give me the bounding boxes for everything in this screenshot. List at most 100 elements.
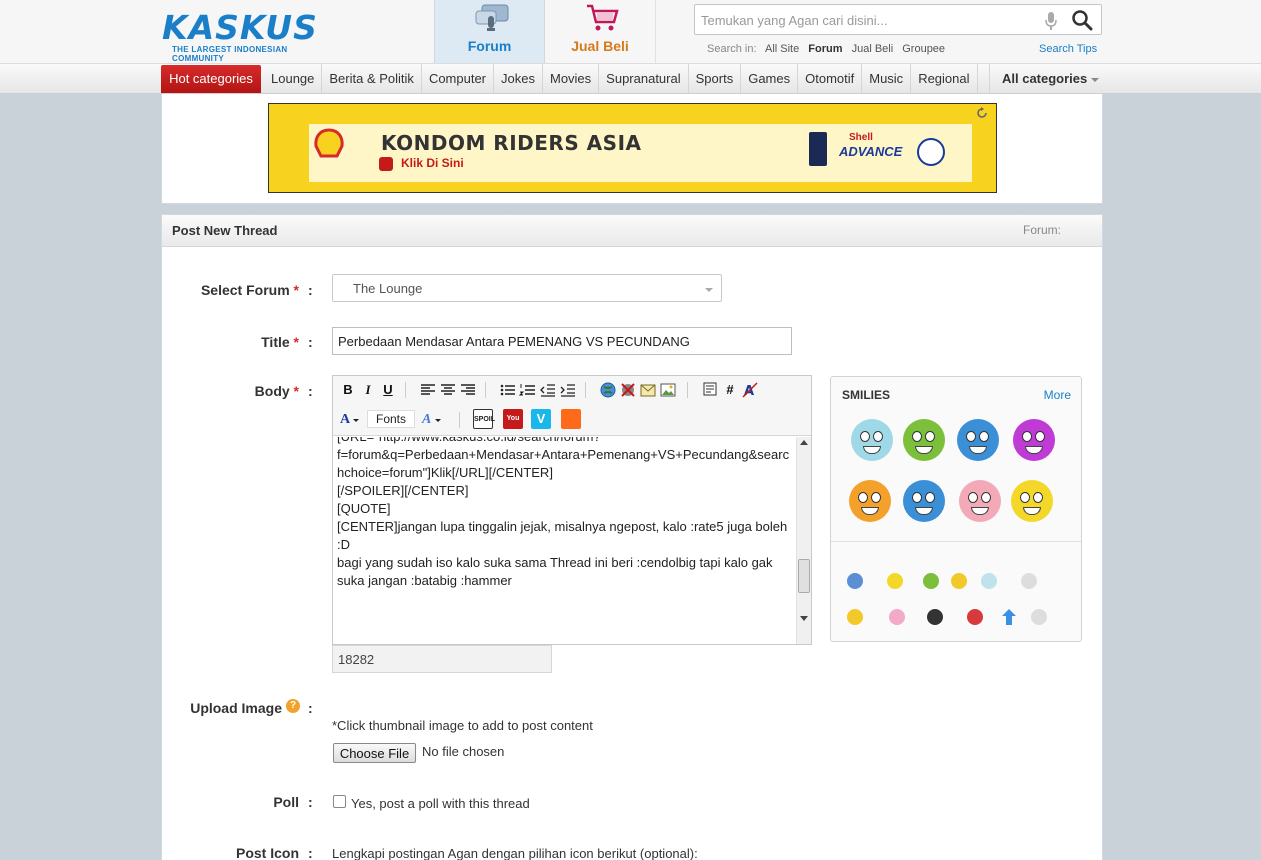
search-tips-link[interactable]: Search Tips	[1039, 43, 1097, 55]
font-color-icon[interactable]: A	[421, 409, 445, 427]
smiley-icon[interactable]	[849, 480, 891, 522]
scroll-up-icon[interactable]	[800, 440, 808, 445]
forum-select-value: The Lounge	[353, 281, 423, 296]
smilies-more-link[interactable]: More	[1044, 388, 1071, 402]
category-music[interactable]: Music	[862, 64, 912, 93]
refresh-icon[interactable]	[976, 107, 988, 119]
smiley-icon[interactable]	[959, 480, 1001, 522]
choose-file-button[interactable]: Choose File	[333, 743, 416, 763]
title-label-text: Title	[261, 334, 290, 350]
category-regional[interactable]: Regional	[911, 64, 978, 93]
spoiler-icon[interactable]: SPOIL	[473, 409, 495, 429]
category-otomotif[interactable]: Otomotif	[798, 64, 863, 93]
title-input[interactable]	[332, 327, 792, 355]
toolbar-divider	[687, 382, 688, 398]
indent-icon[interactable]	[559, 381, 577, 399]
smiley-icon[interactable]	[1011, 480, 1053, 522]
category-lounge[interactable]: Lounge	[264, 64, 323, 93]
category-movies[interactable]: Movies	[543, 64, 600, 93]
mic-icon[interactable]	[1045, 12, 1057, 30]
all-categories-dropdown[interactable]: All categories	[989, 64, 1102, 93]
body-line: :D	[337, 537, 350, 552]
smiley-icon[interactable]	[903, 419, 945, 461]
poll-checkbox[interactable]	[333, 795, 346, 808]
search-scope-groupee[interactable]: Groupee	[902, 43, 945, 55]
toolbar-divider	[459, 412, 460, 428]
ad-cta: Klik Di Sini	[401, 156, 464, 170]
search-input[interactable]	[701, 10, 1031, 30]
quote-icon[interactable]	[701, 381, 719, 399]
search-scope-forum[interactable]: Forum	[808, 43, 842, 55]
smiley-icon[interactable]	[903, 480, 945, 522]
bold-icon[interactable]: B	[339, 381, 357, 399]
small-smiley-icon[interactable]	[1021, 573, 1037, 589]
align-center-icon[interactable]	[439, 381, 457, 399]
ad-banner[interactable]: KONDOM RIDERS ASIA Klik Di Sini Shell AD…	[268, 103, 997, 193]
body-line: [CENTER]jangan lupa tinggalin jejak, mis…	[337, 519, 788, 534]
search-icon[interactable]	[1071, 9, 1093, 31]
body-scrollbar[interactable]	[796, 437, 811, 644]
smiley-icon[interactable]	[957, 419, 999, 461]
search-scope-all-site[interactable]: All Site	[765, 43, 799, 55]
small-smiley-icon[interactable]	[889, 609, 905, 625]
link-globe-icon[interactable]	[599, 381, 617, 399]
youtube-icon[interactable]: You	[503, 409, 523, 429]
category-games[interactable]: Games	[741, 64, 799, 93]
category-computer[interactable]: Computer	[422, 64, 495, 93]
smilies-panel: SMILIES More	[830, 376, 1082, 642]
colon: :	[308, 845, 313, 860]
numbered-list-icon[interactable]	[519, 381, 537, 399]
category-sports[interactable]: Sports	[689, 64, 742, 93]
small-smiley-icon[interactable]	[967, 609, 983, 625]
smiley-icon[interactable]	[1013, 419, 1055, 461]
body-textarea[interactable]: [URL="http://www.kaskus.co.id/search/for…	[333, 437, 795, 644]
body-label-text: Body	[254, 383, 290, 399]
search-scope-jual-beli[interactable]: Jual Beli	[852, 43, 894, 55]
scroll-thumb[interactable]	[798, 559, 810, 593]
small-smiley-icon[interactable]	[847, 609, 863, 625]
vimeo-icon[interactable]: V	[531, 409, 551, 429]
nav-tab-jual-beli[interactable]: Jual Beli	[545, 0, 656, 63]
post-title: Post New Thread	[172, 223, 278, 238]
title-label: Title *	[162, 334, 299, 350]
scroll-down-icon[interactable]	[800, 616, 808, 621]
small-smiley-icon[interactable]	[981, 573, 997, 589]
clear-format-icon[interactable]: A	[741, 381, 759, 399]
fonts-dropdown[interactable]: Fonts	[367, 410, 415, 428]
category-berita-politik[interactable]: Berita & Politik	[322, 64, 422, 93]
underline-icon[interactable]: U	[379, 381, 397, 399]
help-icon[interactable]: ?	[286, 699, 300, 713]
nav-tab-forum[interactable]: Forum	[434, 0, 545, 63]
forum-select[interactable]: The Lounge	[332, 274, 722, 302]
soundcloud-icon[interactable]	[561, 409, 581, 429]
colon: :	[308, 383, 313, 399]
outdent-icon[interactable]	[539, 381, 557, 399]
body-line: hchoice=forum"]Klik[/URL][/CENTER]	[337, 465, 553, 480]
image-icon[interactable]	[659, 381, 677, 399]
category-bar: Hot categories Lounge Berita & Politik C…	[0, 64, 1261, 94]
bullet-list-icon[interactable]	[499, 381, 517, 399]
arrow-up-icon[interactable]	[1001, 608, 1017, 626]
body-line: [/SPOILER][/CENTER]	[337, 483, 469, 498]
small-smiley-icon[interactable]	[923, 573, 939, 589]
small-smiley-icon[interactable]	[951, 573, 967, 589]
category-supranatural[interactable]: Supranatural	[599, 64, 689, 93]
search-box	[694, 4, 1102, 35]
unlink-icon[interactable]	[619, 381, 637, 399]
small-smiley-icon[interactable]	[1031, 609, 1047, 625]
smiley-icon[interactable]	[851, 419, 893, 461]
small-smiley-icon[interactable]	[887, 573, 903, 589]
poll-checkbox-label[interactable]: Yes, post a poll with this thread	[351, 796, 530, 811]
hot-categories-tab[interactable]: Hot categories	[161, 65, 261, 93]
italic-icon[interactable]: I	[359, 381, 377, 399]
kaskus-logo[interactable]: KASKUS THE LARGEST INDONESIAN COMMUNITY	[162, 11, 342, 63]
hashtag-icon[interactable]: #	[721, 381, 739, 399]
small-smiley-icon[interactable]	[847, 573, 863, 589]
email-icon[interactable]	[639, 381, 657, 399]
font-size-icon[interactable]: A	[339, 409, 363, 427]
small-smiley-icon[interactable]	[927, 609, 943, 625]
ad-banner-inner: KONDOM RIDERS ASIA Klik Di Sini Shell AD…	[309, 124, 972, 182]
align-left-icon[interactable]	[419, 381, 437, 399]
category-jokes[interactable]: Jokes	[494, 64, 543, 93]
align-right-icon[interactable]	[459, 381, 477, 399]
